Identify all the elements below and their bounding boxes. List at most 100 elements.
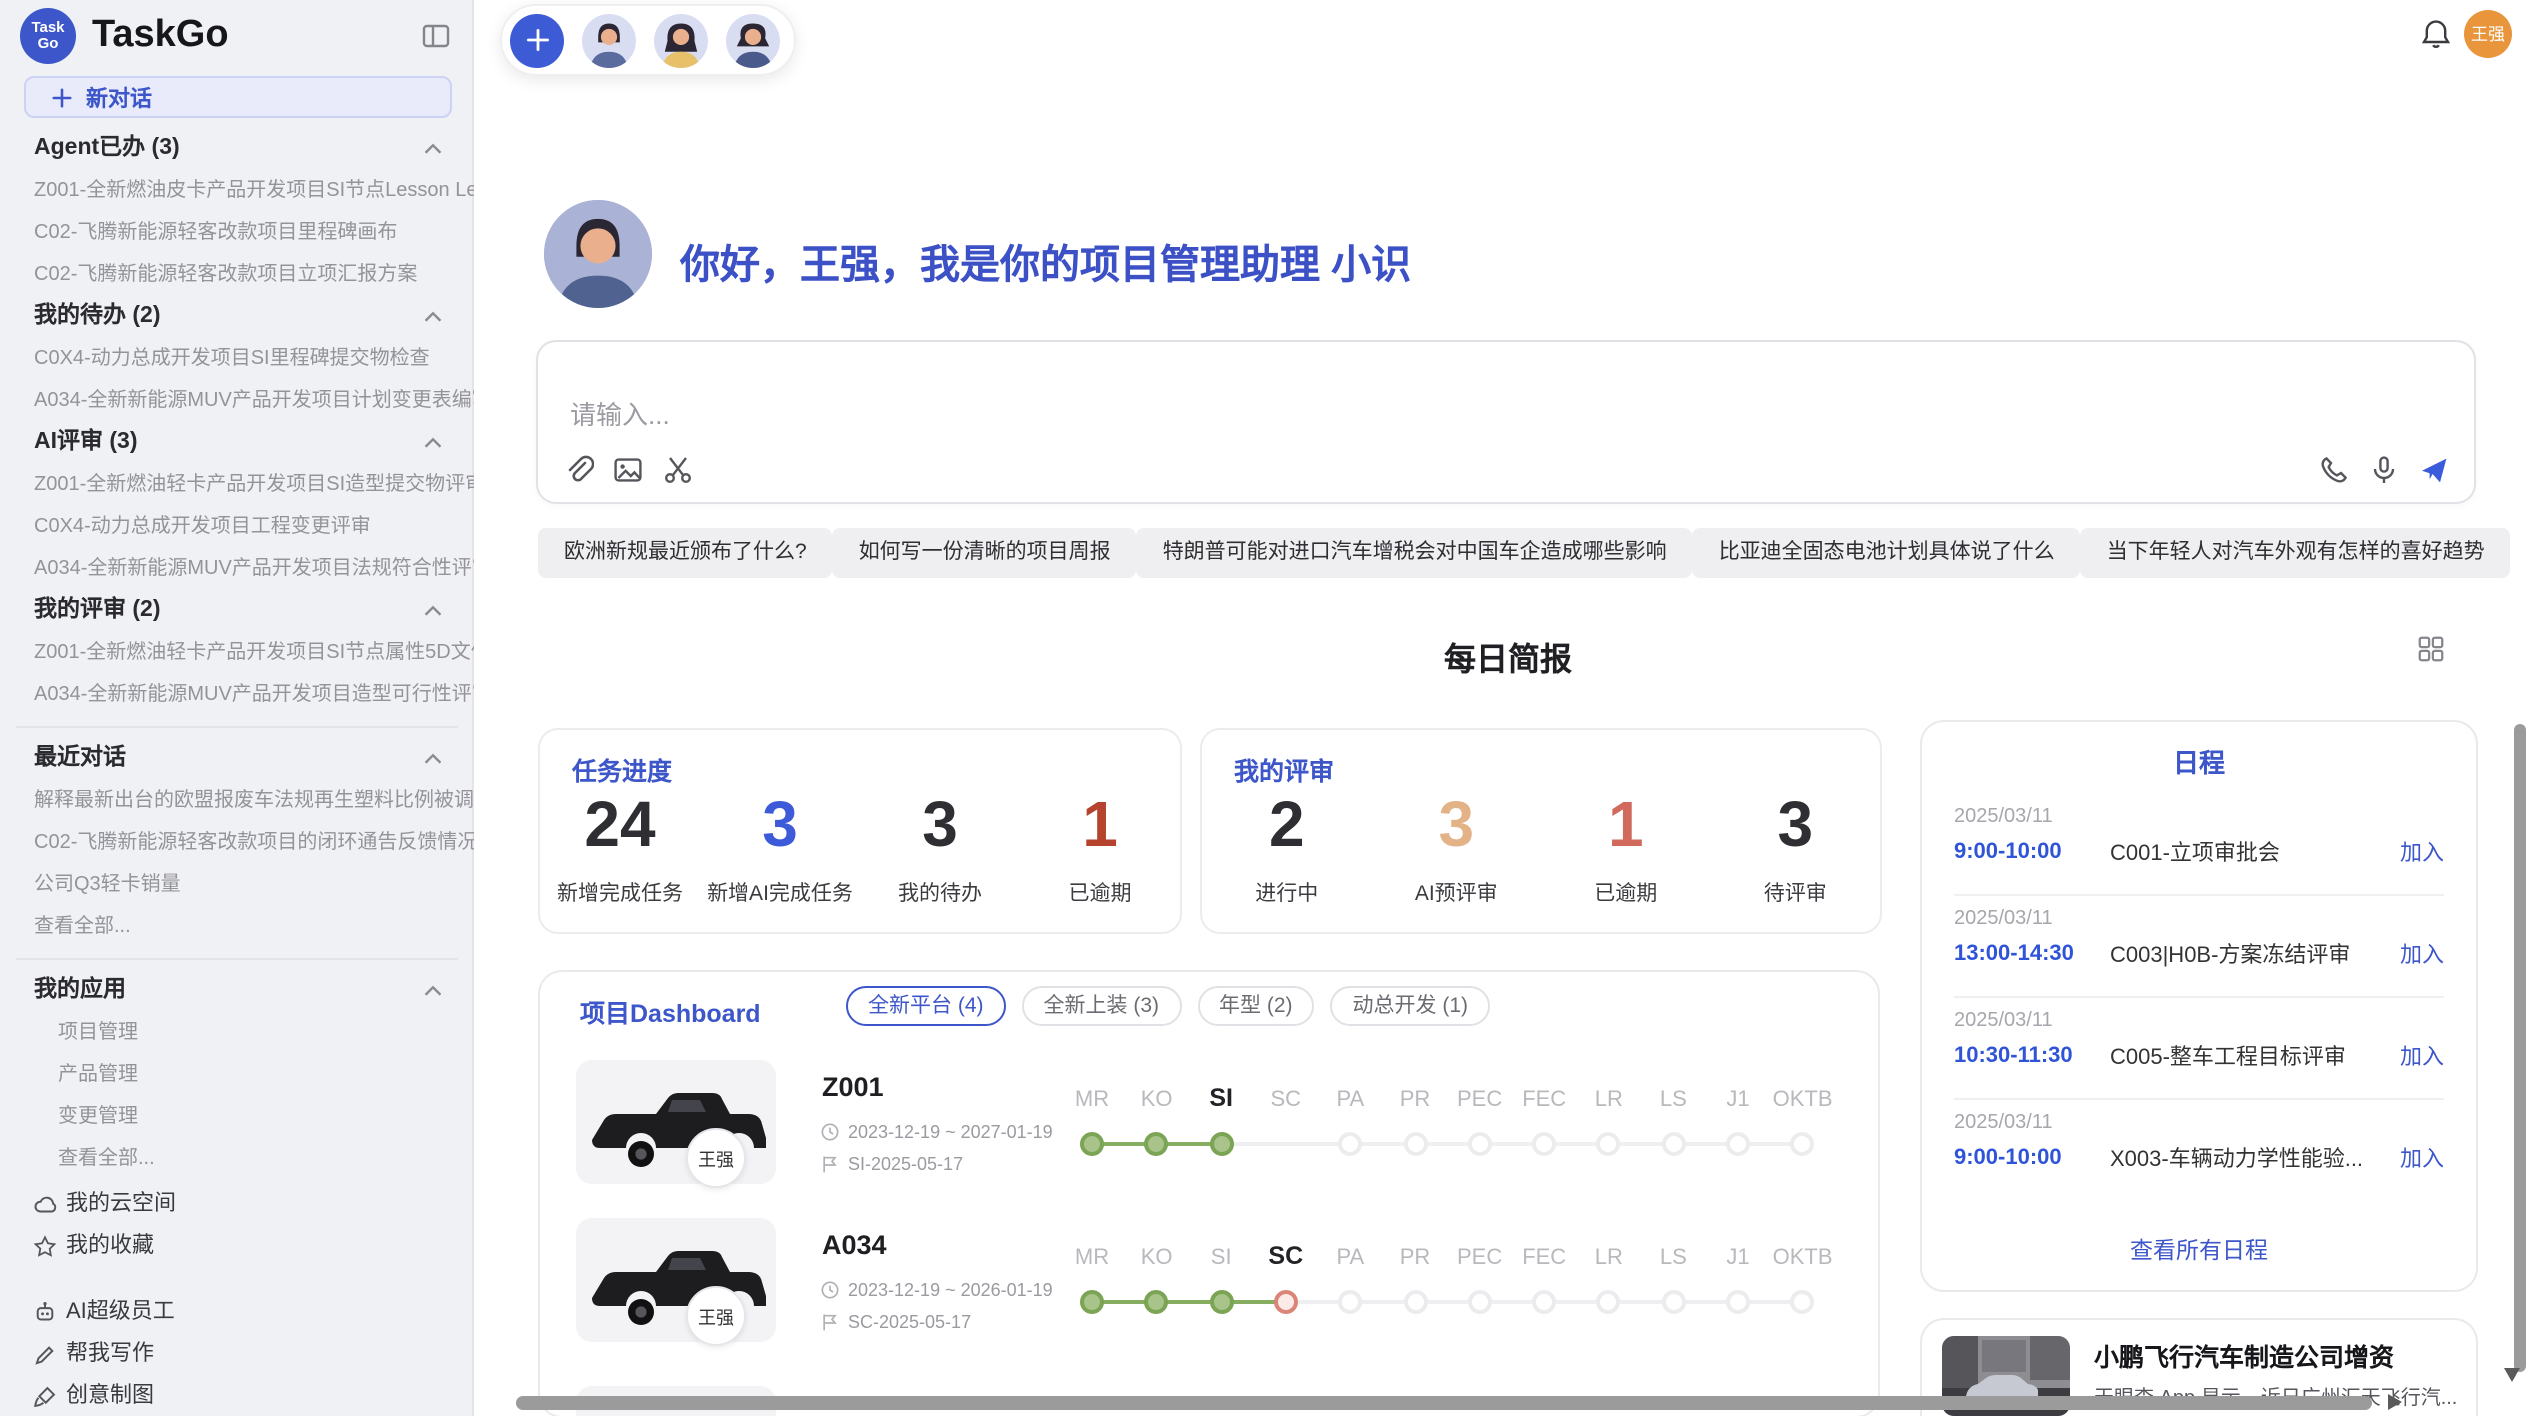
scroll-right-arrow[interactable]: [2388, 1394, 2402, 1410]
recent-chat-item[interactable]: 解释最新出台的欧盟报废车法规再生塑料比例被调至15%...: [0, 780, 474, 822]
logo-text-bottom: Go: [38, 36, 59, 52]
recent-chat-item[interactable]: 公司Q3轻卡销量: [0, 864, 474, 906]
scroll-down-arrow[interactable]: [2504, 1368, 2520, 1382]
notifications-bell-icon[interactable]: [2420, 18, 2452, 50]
suggestion-chip[interactable]: 特朗普可能对进口汽车增税会对中国车企造成哪些影响: [1137, 528, 1693, 578]
milestone-label: J1: [1726, 1088, 1749, 1112]
project-code[interactable]: Z001: [822, 1072, 884, 1102]
dashboard-title: 项目Dashboard: [580, 992, 761, 1030]
sidebar-tool-robot[interactable]: AI超级员工: [0, 1292, 474, 1334]
composer-left-icons: [562, 454, 694, 486]
sidebar-section-header[interactable]: 我的评审 (2): [0, 590, 474, 632]
suggestion-chip[interactable]: 比亚迪全固态电池计划具体说了什么: [1693, 528, 2081, 578]
schedule-list: 2025/03/119:00-10:00C001-立项审批会加入2025/03/…: [1954, 794, 2444, 1202]
event-time: 9:00-10:00: [1954, 1146, 2110, 1170]
sidebar-section-header[interactable]: 我的待办 (2): [0, 296, 474, 338]
join-button[interactable]: 加入: [2400, 938, 2444, 970]
stat-value: 3: [860, 786, 1020, 862]
stat-value: 3: [1372, 786, 1542, 862]
sidebar-link-star[interactable]: 我的收藏: [0, 1226, 474, 1268]
suggestion-chip[interactable]: 当下年轻人对汽车外观有怎样的喜好趋势: [2081, 528, 2511, 578]
sidebar-item[interactable]: Z001-全新燃油轻卡产品开发项目SI节点属性5D文件评审: [0, 632, 474, 674]
stat-metric: 1已逾期: [1020, 786, 1180, 908]
sidebar-item[interactable]: A034-全新新能源MUV产品开发项目造型可行性评审: [0, 674, 474, 716]
recent-chat-item[interactable]: C02-飞腾新能源轻客改款项目的闭环通告反馈情况: [0, 822, 474, 864]
sidebar-item[interactable]: C0X4-动力总成开发项目SI里程碑提交物检查: [0, 338, 474, 380]
stat-label: AI预评审: [1372, 878, 1542, 908]
milestone-dot: [1532, 1290, 1556, 1314]
sidebar-tool-brush[interactable]: 创意制图: [0, 1376, 474, 1416]
join-button[interactable]: 加入: [2400, 1040, 2444, 1072]
milestone-dot: [1403, 1132, 1427, 1156]
sidebar-item[interactable]: A034-全新新能源MUV产品开发项目计划变更表编写: [0, 380, 474, 422]
stat-label: 进行中: [1202, 878, 1372, 908]
milestone-label: KO: [1141, 1088, 1173, 1112]
avatar[interactable]: [726, 13, 780, 67]
dashboard-tab[interactable]: 全新平台 (4): [846, 986, 1006, 1026]
project-thumbnail[interactable]: [576, 1218, 776, 1342]
scissors-icon[interactable]: [662, 454, 694, 486]
my-apps-header[interactable]: 我的应用: [0, 970, 474, 1012]
schedule-title: 日程: [1922, 742, 2476, 780]
task-progress-card: 任务进度24新增完成任务3新增AI完成任务3我的待办1已逾期: [538, 728, 1182, 934]
sidebar-section-header[interactable]: Agent已办 (3): [0, 128, 474, 170]
sidebar-collapse-icon[interactable]: [420, 20, 452, 52]
sidebar-item[interactable]: C02-飞腾新能源轻客改款项目里程碑画布: [0, 212, 474, 254]
avatar[interactable]: [582, 13, 636, 67]
dashboard-tab[interactable]: 年型 (2): [1197, 986, 1315, 1026]
user-avatar[interactable]: 王强: [2464, 10, 2512, 58]
sidebar-item[interactable]: A034-全新新能源MUV产品开发项目法规符合性评审: [0, 548, 474, 590]
stat-card-title: 我的评审: [1234, 750, 1334, 788]
milestone-dot: [1468, 1132, 1492, 1156]
microphone-icon[interactable]: [2368, 454, 2400, 486]
image-icon[interactable]: [612, 454, 644, 486]
sidebar-link-cloud[interactable]: 我的云空间: [0, 1184, 474, 1226]
view-all-schedule-link[interactable]: 查看所有日程: [1922, 1234, 2476, 1266]
event-row: 10:30-11:30C005-整车工程目标评审加入: [1954, 1040, 2444, 1072]
grid-layout-icon[interactable]: [2416, 634, 2446, 664]
join-button[interactable]: 加入: [2400, 1142, 2444, 1174]
project-thumbnail[interactable]: [576, 1060, 776, 1184]
suggestion-chip[interactable]: 欧洲新规最近颁布了什么?: [538, 528, 833, 578]
message-input[interactable]: [566, 398, 1774, 432]
project-code[interactable]: A034: [822, 1230, 887, 1260]
vertical-scrollbar-thumb[interactable]: [2514, 724, 2526, 1372]
event-time: 9:00-10:00: [1954, 840, 2110, 864]
app-item[interactable]: 项目管理: [0, 1012, 474, 1054]
add-conversation-button[interactable]: [510, 13, 564, 67]
sidebar-item[interactable]: Z001-全新燃油皮卡产品开发项目SI节点Lesson Learn报告: [0, 170, 474, 212]
brush-icon: [32, 1384, 58, 1410]
app-item[interactable]: 变更管理: [0, 1096, 474, 1138]
horizontal-scrollbar-thumb[interactable]: [516, 1396, 2372, 1410]
new-chat-label: 新对话: [86, 81, 152, 113]
composer-right-icons: [2318, 454, 2450, 486]
view-all-chats-link[interactable]: 查看全部...: [0, 906, 474, 948]
project-flag-date: SC-2025-05-17: [820, 1312, 971, 1332]
stat-metric: 3 AI预评审: [1372, 786, 1542, 908]
sidebar-item[interactable]: C02-飞腾新能源轻客改款项目立项汇报方案: [0, 254, 474, 296]
sidebar-item[interactable]: C0X4-动力总成开发项目工程变更评审: [0, 506, 474, 548]
stat-metric: 1已逾期: [1541, 786, 1711, 908]
join-button[interactable]: 加入: [2400, 836, 2444, 868]
milestone-label: LR: [1595, 1088, 1623, 1112]
chevron-up-icon: [420, 978, 446, 1004]
assistant-avatar: [544, 200, 652, 308]
sidebar-section-header[interactable]: AI评审 (3): [0, 422, 474, 464]
milestone-label: PA: [1337, 1088, 1365, 1112]
view-all-apps-link[interactable]: 查看全部...: [0, 1138, 474, 1180]
phone-icon[interactable]: [2318, 454, 2350, 486]
send-icon[interactable]: [2418, 454, 2450, 486]
attachment-icon[interactable]: [562, 454, 594, 486]
app-title: TaskGo: [92, 14, 229, 58]
recent-chats-header[interactable]: 最近对话: [0, 738, 474, 780]
suggestion-chip[interactable]: 如何写一份清晰的项目周报: [833, 528, 1137, 578]
sidebar-tool-pen[interactable]: 帮我写作: [0, 1334, 474, 1376]
sidebar-item[interactable]: Z001-全新燃油轻卡产品开发项目SI造型提交物评审: [0, 464, 474, 506]
dashboard-tab[interactable]: 全新上装 (3): [1022, 986, 1182, 1026]
greeting-text: 你好，王强，我是你的项目管理助理 小识: [680, 232, 1411, 290]
avatar[interactable]: [654, 13, 708, 67]
milestone-label: PEC: [1457, 1088, 1502, 1112]
app-item[interactable]: 产品管理: [0, 1054, 474, 1096]
new-chat-button[interactable]: 新对话: [24, 76, 452, 118]
dashboard-tab[interactable]: 动总开发 (1): [1331, 986, 1491, 1026]
